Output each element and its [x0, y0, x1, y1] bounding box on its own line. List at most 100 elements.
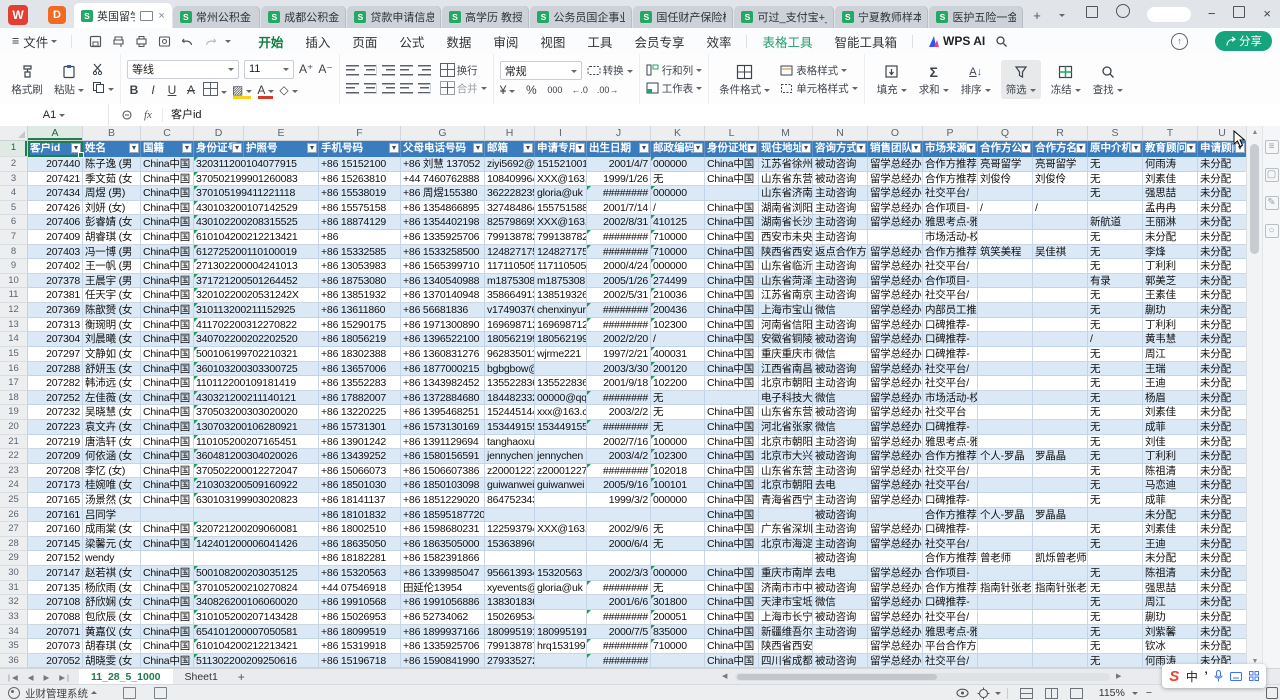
cell-I4[interactable]: gloria@uk — [535, 186, 587, 201]
cell-J28[interactable]: 2000/6/4 — [587, 537, 651, 552]
cell-H6[interactable]: 825798695 — [485, 215, 535, 230]
column-letter-N[interactable]: N — [813, 126, 868, 141]
cell-F23[interactable]: +86 15066073 — [319, 464, 401, 479]
cell-P2[interactable]: 合作方推荐 — [923, 157, 978, 172]
fill-button[interactable]: 填充 — [875, 62, 909, 97]
percent-button[interactable]: % — [524, 83, 538, 97]
cell-D29[interactable] — [194, 551, 319, 566]
cell-H5[interactable]: 327484864 — [485, 201, 535, 216]
cell-R19[interactable] — [1033, 405, 1088, 420]
cell-O4[interactable]: 留学总经办 — [868, 186, 923, 201]
filter-dropdown-icon[interactable] — [1186, 143, 1196, 153]
cell-F8[interactable]: +86 15332585 — [319, 245, 401, 260]
cell-U15[interactable]: 未分配 — [1198, 347, 1246, 362]
cell-F14[interactable]: +86 18056219 — [319, 332, 401, 347]
cell-G6[interactable]: +86 1354402198 — [401, 215, 485, 230]
column-header-K[interactable]: 邮政编码 — [651, 141, 705, 157]
cell-T14[interactable]: 黄韦慧 — [1143, 332, 1198, 347]
cell-B25[interactable]: 汤景然 (女 — [83, 493, 141, 508]
cell-I13[interactable]: 169698712 — [535, 318, 587, 333]
cell-K4[interactable]: 000000 — [651, 186, 705, 201]
cell-N5[interactable]: 主动咨询 — [813, 201, 868, 216]
cell-O20[interactable]: 留学总经办 — [868, 420, 923, 435]
cell-O16[interactable]: 留学总经办 — [868, 362, 923, 377]
fullscreen-icon[interactable] — [1266, 687, 1278, 699]
system-label-caret[interactable] — [91, 688, 97, 694]
cell-H14[interactable]: 180562199 — [485, 332, 535, 347]
cell-O32[interactable]: 留学总经办 — [868, 595, 923, 610]
column-letter-P[interactable]: P — [923, 126, 978, 141]
cell-S9[interactable]: 无 — [1088, 259, 1143, 274]
cell-U25[interactable]: 未分配 — [1198, 493, 1246, 508]
cell-M20[interactable]: 河北省张家 — [759, 420, 813, 435]
cell-H12[interactable]: v17490376 — [485, 303, 535, 318]
cell-G2[interactable]: +86 刘慧 137052 — [401, 157, 485, 172]
cell-H10[interactable]: m1875308 — [485, 274, 535, 289]
cell-M22[interactable]: 北京市大兴 — [759, 449, 813, 464]
cell-O14[interactable]: 留学总经办 — [868, 332, 923, 347]
cell-T26[interactable]: 未分配 — [1143, 508, 1198, 523]
cell-Q23[interactable] — [978, 464, 1033, 479]
cell-N11[interactable]: 主动咨询 — [813, 288, 868, 303]
cell-G15[interactable]: +86 1360831276 — [401, 347, 485, 362]
cell-K34[interactable]: 835000 — [651, 625, 705, 640]
column-header-S[interactable]: 原中介机 — [1088, 141, 1143, 157]
cell-I3[interactable]: XXX@163.c — [535, 172, 587, 187]
cell-G27[interactable]: +86 1598680231 — [401, 522, 485, 537]
cell-I5[interactable]: 155751588 — [535, 201, 587, 216]
cell-N35[interactable] — [813, 639, 868, 654]
cell-N9[interactable]: 主动咨询 — [813, 259, 868, 274]
cell-R16[interactable] — [1033, 362, 1088, 377]
cell-A7[interactable]: 207409 — [28, 230, 83, 245]
cell-N17[interactable]: 主动咨询 — [813, 376, 868, 391]
cell-L7[interactable]: China中国 — [705, 230, 759, 245]
upload-icon[interactable]: ↑ — [1171, 33, 1188, 50]
cell-C22[interactable]: China中国 — [141, 449, 194, 464]
merge-cells-button[interactable]: 合并 — [440, 81, 487, 96]
menu-item-视图[interactable]: 视图 — [540, 32, 565, 51]
cell-C35[interactable]: China中国 — [141, 639, 194, 654]
cell-U11[interactable]: 未分配 — [1198, 288, 1246, 303]
cell-F32[interactable]: +86 19910568 — [319, 595, 401, 610]
cell-K2[interactable]: 000000 — [651, 157, 705, 172]
panel-layout-icon[interactable]: ▢ — [1265, 168, 1279, 182]
cell-J5[interactable]: 2001/7/14 — [587, 201, 651, 216]
cell-L16[interactable]: China中国 — [705, 362, 759, 377]
ime-keyboard-icon[interactable] — [1230, 672, 1242, 681]
row-number-5[interactable]: 5 — [0, 201, 28, 216]
cell-J29[interactable] — [587, 551, 651, 566]
increase-decimal-button[interactable]: ←.0 — [571, 85, 588, 95]
cell-P33[interactable]: 社交平台/ — [923, 610, 978, 625]
cell-F35[interactable]: +86 15319918 — [319, 639, 401, 654]
cell-C9[interactable]: China中国 — [141, 259, 194, 274]
cell-J21[interactable]: 2002/7/16 — [587, 435, 651, 450]
cell-R5[interactable]: / — [1033, 201, 1088, 216]
cell-F19[interactable]: +86 13220225 — [319, 405, 401, 420]
cell-J9[interactable]: 2000/4/24 — [587, 259, 651, 274]
cell-D11[interactable]: 32010220020531242X — [194, 288, 319, 303]
cell-A18[interactable]: 207252 — [28, 391, 83, 406]
cell-K27[interactable]: 无 — [651, 522, 705, 537]
cell-L10[interactable]: China中国 — [705, 274, 759, 289]
cell-S14[interactable]: / — [1088, 332, 1143, 347]
cell-K35[interactable]: 710000 — [651, 639, 705, 654]
cell-L6[interactable]: China中国 — [705, 215, 759, 230]
column-header-M[interactable]: 现住地址 — [759, 141, 813, 157]
cell-A8[interactable]: 207403 — [28, 245, 83, 260]
cell-O18[interactable]: 留学总经办 — [868, 391, 923, 406]
cell-I33[interactable] — [535, 610, 587, 625]
cell-J12[interactable]: ######## — [587, 303, 651, 318]
column-header-G[interactable]: 父母电话号码 — [401, 141, 485, 157]
cell-P29[interactable]: 合作方推荐 — [923, 551, 978, 566]
increase-indent-icon[interactable] — [418, 65, 431, 76]
cell-T18[interactable]: 杨眉 — [1143, 391, 1198, 406]
cell-K16[interactable]: 200120 — [651, 362, 705, 377]
decrease-indent-icon[interactable] — [400, 65, 413, 76]
cell-T24[interactable]: 马恋迪 — [1143, 478, 1198, 493]
cell-A26[interactable]: 207161 — [28, 508, 83, 523]
cell-S6[interactable]: 新航道 — [1088, 215, 1143, 230]
cell-O29[interactable] — [868, 551, 923, 566]
column-letter-K[interactable]: K — [651, 126, 705, 141]
cell-T7[interactable]: 未分配 — [1143, 230, 1198, 245]
cell-G11[interactable]: +86 1370140948 — [401, 288, 485, 303]
